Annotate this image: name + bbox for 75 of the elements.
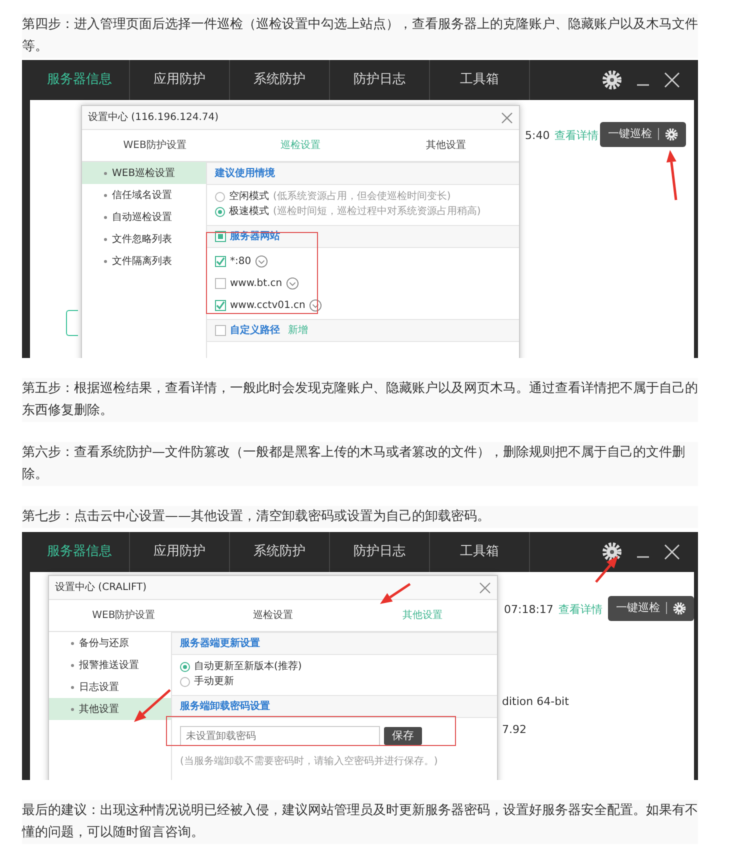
nav-tab[interactable]: 工具箱 <box>430 532 530 572</box>
section-heading: 建议使用情境 <box>207 162 519 185</box>
paragraph: 第四步：进入管理页面后选择一件巡检（巡检设置中勾选上站点），查看服务器上的克隆账户、隐藏账户以及木马文件等。 <box>22 14 698 58</box>
dropdown-icon[interactable] <box>255 254 268 268</box>
scan-time: 5:40 <box>525 128 550 144</box>
dropdown-icon[interactable] <box>286 276 300 290</box>
checkbox[interactable] <box>215 325 226 336</box>
settings-icon[interactable] <box>602 70 622 90</box>
paragraph: 第七步：点击云中心设置——其他设置，清空卸载密码或设置为自己的卸载密码。 <box>22 506 698 528</box>
sidebar-item[interactable]: 文件隔离列表 <box>82 250 206 272</box>
settings-tab[interactable]: WEB防护设置 <box>82 130 228 161</box>
sidebar-item[interactable]: 其他设置 <box>49 698 171 720</box>
sidebar-item[interactable]: 自动巡检设置 <box>82 206 206 228</box>
close-icon[interactable] <box>664 544 680 560</box>
save-button[interactable]: 保存 <box>384 726 422 746</box>
help-note: (当服务端卸载不需要密码时，请输入空密码并进行保存。) <box>179 754 439 769</box>
paragraph: 最后的建议：出现这种情况说明已经被入侵，建议网站管理员及时更新服务器密码，设置好服务器安全配置。如果有不懂的问题，可以随时留言咨询。 <box>22 800 698 844</box>
dialog-title: 设置中心 (CRALIFT) <box>55 580 147 595</box>
nav-tab[interactable]: 服务器信息 <box>30 60 130 100</box>
radio-button[interactable] <box>180 676 190 686</box>
site-label: www.bt.cn <box>230 276 282 290</box>
sidebar-item[interactable]: 日志设置 <box>49 676 171 698</box>
info-text: dition 64-bit <box>502 694 569 710</box>
arrow-annotation <box>380 582 411 604</box>
settings-tab[interactable]: 巡检设置 <box>198 600 348 631</box>
site-label: www.cctv01.cn <box>230 298 306 312</box>
patrol-button[interactable]: 一键巡检 <box>608 596 694 620</box>
section-heading: 自定义路径 <box>230 323 280 338</box>
section-heading: 服务端卸载密码设置 <box>172 695 497 718</box>
nav-tab[interactable]: 系统防护 <box>230 532 330 572</box>
option-label[interactable]: 空闲模式 <box>229 189 269 204</box>
nav-tab[interactable]: 应用防护 <box>130 60 230 100</box>
arrow-annotation <box>134 689 171 722</box>
checkbox[interactable] <box>215 231 226 242</box>
sidebar-item[interactable]: 备份与还原 <box>49 632 171 654</box>
password-field[interactable]: 未设置卸载密码 <box>180 726 380 746</box>
sidebar-item[interactable]: 文件忽略列表 <box>82 228 206 250</box>
paragraph: 第六步：查看系统防护—文件防篡改（一般都是黑客上传的木马或者篡改的文件），删除规则把不属于自己的文件删除。 <box>22 442 698 486</box>
sidebar-item[interactable]: 信任域名设置 <box>82 184 206 206</box>
arrow-annotation <box>595 556 618 583</box>
sidebar-item[interactable]: 报警推送设置 <box>49 654 171 676</box>
settings-icon[interactable] <box>673 602 686 615</box>
nav-tab[interactable]: 系统防护 <box>230 60 330 100</box>
dialog-title: 设置中心 (116.196.124.74) <box>88 110 219 125</box>
paragraph: 第五步：根据巡检结果，查看详情，一般此时会发现克隆账户、隐藏账户以及网页木马。通过查看详情把不属于自己的东西修复删除。 <box>22 378 698 422</box>
section-heading: 服务器端更新设置 <box>172 632 497 655</box>
sidebar-item[interactable]: WEB巡检设置 <box>82 162 206 184</box>
radio-button[interactable] <box>215 192 225 202</box>
nav-tab[interactable]: 服务器信息 <box>30 532 130 572</box>
info-text: 7.92 <box>502 722 526 738</box>
arrow-annotation <box>666 150 678 200</box>
nav-tab[interactable]: 工具箱 <box>430 60 530 100</box>
checkbox[interactable] <box>215 256 226 266</box>
option-label[interactable]: 极速模式 <box>229 204 269 219</box>
checkbox[interactable] <box>215 300 226 310</box>
radio-button[interactable] <box>180 662 190 672</box>
outlined-button[interactable] <box>66 310 78 336</box>
site-label: *:80 <box>230 254 252 268</box>
patrol-button[interactable]: 一键巡检 <box>600 122 686 146</box>
settings-icon[interactable] <box>602 542 622 562</box>
option-label[interactable]: 自动更新至新版本(推荐) <box>194 659 302 674</box>
scan-time: 07:18:17 <box>504 602 554 618</box>
checkbox[interactable] <box>215 278 226 288</box>
option-hint: (低系统资源占用，但会使巡检时间变长) <box>273 190 451 204</box>
dropdown-icon[interactable] <box>309 298 322 312</box>
option-hint: (巡检时间短，巡检过程中对系统资源占用稍高) <box>273 204 481 219</box>
nav-tab[interactable]: 应用防护 <box>130 532 230 572</box>
radio-button[interactable] <box>215 206 225 216</box>
settings-tab[interactable]: WEB防护设置 <box>49 600 198 631</box>
settings-icon[interactable] <box>665 128 678 141</box>
nav-tab[interactable]: 防护日志 <box>330 60 430 100</box>
option-label[interactable]: 手动更新 <box>194 674 234 689</box>
settings-tab[interactable]: 其他设置 <box>373 130 520 161</box>
close-icon[interactable] <box>664 72 680 88</box>
nav-tab[interactable]: 防护日志 <box>330 532 430 572</box>
